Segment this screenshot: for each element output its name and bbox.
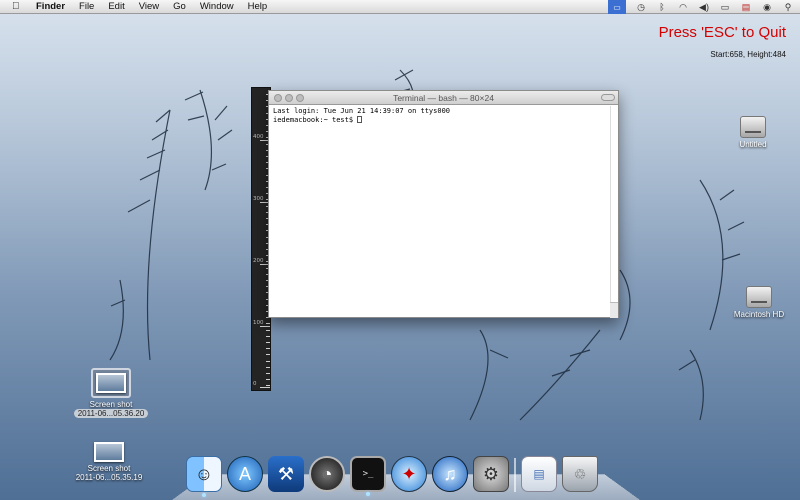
desktop-icon-label-line2: 2011-06...05.35.19	[75, 473, 143, 482]
screenshot-thumbnail-icon	[94, 442, 124, 462]
volume-icon[interactable]: ◀)	[698, 2, 710, 12]
start-height-readout: Start:658, Height:484	[710, 50, 786, 59]
itunes-icon[interactable]: ♫	[432, 456, 468, 492]
terminal-scrollbar[interactable]	[610, 106, 618, 318]
desktop-icon-label-line2: 2011-06...05.36.20	[73, 409, 149, 418]
menu-edit[interactable]: Edit	[108, 0, 124, 14]
desktop-icon-label: Untitled	[739, 140, 767, 149]
running-indicator	[366, 492, 370, 496]
ruler-minor-tick	[266, 373, 270, 374]
drive-icon	[746, 286, 772, 308]
ruler-minor-tick	[266, 379, 270, 381]
ruler-label-200: 200	[253, 258, 264, 264]
ruler-minor-tick	[266, 342, 270, 343]
ruler-minor-tick	[266, 385, 270, 387]
desktop-icon-untitled[interactable]: Untitled	[730, 116, 776, 149]
ruler-minor-tick	[266, 348, 270, 350]
spotlight-icon[interactable]: ⚲	[782, 2, 794, 12]
ruler-minor-tick	[266, 335, 270, 337]
ruler-minor-tick	[266, 329, 270, 331]
terminal-icon[interactable]: >_	[350, 456, 386, 496]
toolbar-toggle-button[interactable]	[601, 94, 615, 101]
menu-bar:  Finder File Edit View Go Window Help ▭…	[0, 0, 800, 14]
menu-window[interactable]: Window	[200, 0, 234, 14]
menu-app-finder[interactable]: Finder	[36, 0, 65, 14]
ruler-minor-tick	[266, 366, 270, 368]
zoom-button[interactable]	[296, 94, 304, 102]
menu-help[interactable]: Help	[248, 0, 268, 14]
dock-separator	[514, 458, 516, 492]
desktop-icon-label: Macintosh HD	[733, 310, 785, 319]
terminal-title: Terminal — bash — 80×24	[393, 93, 494, 103]
scroll-arrows-icon[interactable]	[610, 302, 618, 318]
app-store-icon[interactable]: A	[227, 456, 263, 492]
selection-highlight	[91, 368, 131, 398]
time-machine-icon[interactable]: ◷	[635, 2, 647, 12]
terminal-window[interactable]: Terminal — bash — 80×24 Last login: Tue …	[268, 90, 619, 318]
esc-quit-message: Press 'ESC' to Quit	[658, 24, 786, 41]
ruler-minor-tick	[266, 360, 270, 362]
terminal-output[interactable]: Last login: Tue Jun 21 14:39:07 on ttys0…	[269, 105, 618, 127]
desktop-icon-macintosh-hd[interactable]: Macintosh HD	[726, 286, 792, 319]
running-indicator	[202, 493, 206, 497]
ruler-tick	[260, 326, 270, 327]
wifi-icon[interactable]: ◠	[677, 2, 689, 12]
documents-stack-icon[interactable]: ▤	[521, 456, 557, 492]
ruler-tick	[260, 387, 270, 388]
minimize-button[interactable]	[285, 94, 293, 102]
ruler-minor-tick	[266, 354, 270, 356]
safari-icon[interactable]: ✦	[391, 456, 427, 492]
desktop-icon-label-line1: Screen shot	[87, 464, 131, 473]
bluetooth-icon[interactable]: ᛒ	[656, 2, 668, 12]
display-icon[interactable]: ▭	[608, 0, 626, 14]
apple-menu-icon[interactable]: 	[12, 1, 24, 12]
user-icon[interactable]: ◉	[761, 2, 773, 12]
ruler-label-100: 100	[253, 320, 264, 326]
desktop-icon-label-line1: Screen shot	[89, 400, 133, 409]
terminal-prompt: iedemacbook:~ test$	[273, 116, 354, 124]
terminal-cursor	[357, 116, 363, 123]
battery-icon[interactable]: ▭	[719, 2, 731, 12]
dock: ☺ A ⚒ ◔ >_ ✦ ♫ ⚙ ▤ ♲	[186, 448, 626, 497]
close-button[interactable]	[274, 94, 282, 102]
drive-icon	[740, 116, 766, 138]
terminal-line-login: Last login: Tue Jun 21 14:39:07 on ttys0…	[273, 107, 451, 115]
ruler-minor-tick	[266, 323, 270, 325]
trash-icon[interactable]: ♲	[562, 456, 598, 492]
xcode-icon[interactable]: ⚒	[268, 456, 304, 492]
ruler-label-300: 300	[253, 196, 264, 202]
window-controls	[274, 94, 304, 102]
ruler-label-400: 400	[253, 134, 264, 140]
desktop-icon-screenshot-selected[interactable]: Screen shot 2011-06...05.36.20	[66, 368, 156, 418]
terminal-title-bar[interactable]: Terminal — bash — 80×24	[269, 91, 618, 105]
finder-icon[interactable]: ☺	[186, 456, 222, 497]
screenshot-thumbnail-icon	[96, 373, 126, 393]
desktop-icon-screenshot[interactable]: Screen shot 2011-06...05.35.19	[64, 442, 154, 482]
menu-view[interactable]: View	[139, 0, 159, 14]
dashboard-icon[interactable]: ◔	[309, 456, 345, 492]
menu-go[interactable]: Go	[173, 0, 186, 14]
system-preferences-icon[interactable]: ⚙	[473, 456, 509, 492]
menu-file[interactable]: File	[79, 0, 94, 14]
status-menu-area: ▭ ◷ ᛒ ◠ ◀) ▭ ▤ ◉ ⚲	[608, 0, 794, 14]
ruler-label-0: 0	[253, 381, 257, 387]
flag-icon[interactable]: ▤	[740, 2, 752, 12]
